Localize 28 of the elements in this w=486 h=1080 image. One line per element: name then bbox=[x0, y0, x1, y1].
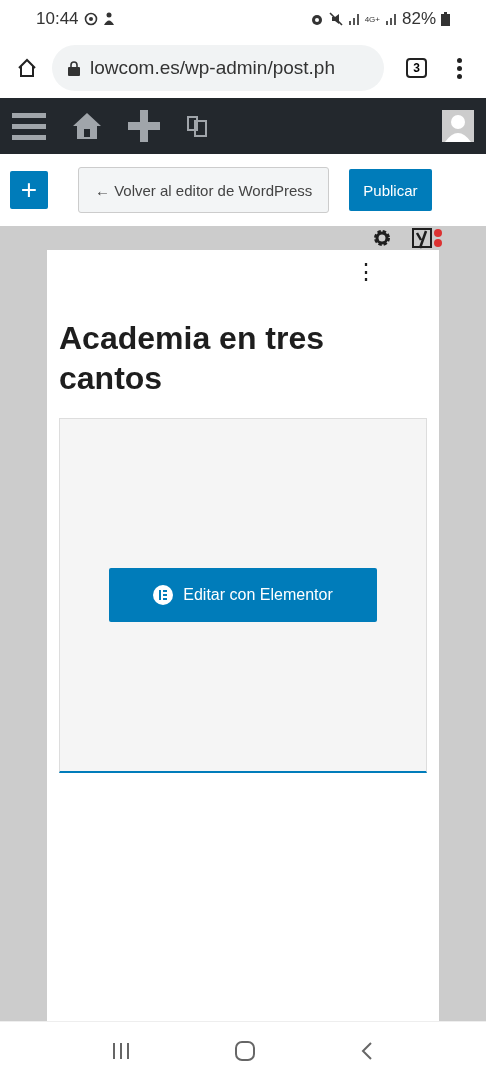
seo-icon[interactable] bbox=[410, 226, 444, 250]
home-button-icon[interactable] bbox=[234, 1040, 256, 1062]
back-button[interactable]: ← Volver al editor de WordPress bbox=[78, 167, 330, 213]
battery-icon bbox=[441, 12, 450, 26]
figure-icon bbox=[102, 12, 115, 26]
recent-apps-icon[interactable] bbox=[111, 1042, 132, 1060]
add-block-button[interactable]: + bbox=[10, 171, 48, 209]
home-icon[interactable] bbox=[72, 111, 102, 141]
address-bar[interactable]: lowcom.es/wp-admin/post.ph bbox=[52, 45, 385, 91]
signal-icon bbox=[384, 13, 397, 25]
alarm-icon bbox=[309, 12, 324, 26]
plus-icon[interactable] bbox=[128, 110, 160, 142]
publish-button[interactable]: Publicar bbox=[349, 169, 432, 211]
menu-icon[interactable] bbox=[12, 111, 46, 141]
network-label: 4G+ bbox=[364, 14, 380, 24]
settings-icon[interactable] bbox=[372, 228, 392, 248]
home-icon[interactable] bbox=[16, 57, 38, 79]
elementor-icon bbox=[153, 585, 174, 605]
mute-icon bbox=[328, 12, 343, 26]
elementor-button[interactable]: Editar con Elementor bbox=[109, 568, 377, 622]
post-title[interactable]: Academia en tres cantos bbox=[59, 318, 369, 398]
lock-icon bbox=[68, 60, 80, 76]
options-button[interactable]: ⋮ bbox=[355, 259, 377, 285]
sync-icon bbox=[83, 12, 98, 26]
tab-count[interactable]: 3 bbox=[406, 58, 427, 78]
signal-icon bbox=[347, 13, 360, 25]
battery-level: 82% bbox=[401, 9, 436, 29]
status-time: 10:44 bbox=[36, 9, 79, 29]
